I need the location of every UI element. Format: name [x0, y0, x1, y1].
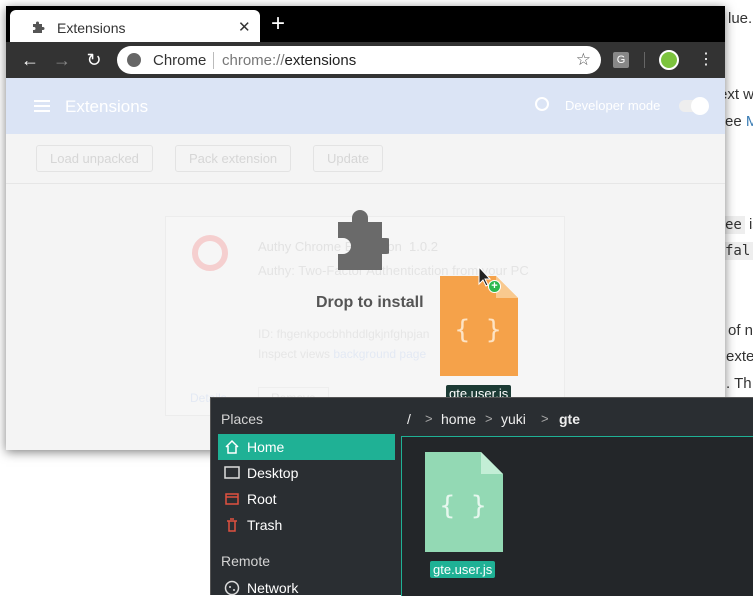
background-page-link[interactable]: background page: [333, 347, 426, 361]
toolbar-divider: [644, 52, 645, 68]
chrome-logo-icon: [127, 53, 141, 67]
page-title: Extensions: [65, 97, 149, 116]
breadcrumb-current[interactable]: gte: [559, 411, 580, 427]
menu-kebab-icon[interactable]: ⋮: [698, 50, 714, 70]
dragged-file-icon: { }: [440, 276, 518, 376]
bg-text: of n: [728, 322, 753, 339]
inspect-label: Inspect views: [258, 347, 331, 361]
bookmark-star-icon[interactable]: ☆: [576, 50, 591, 70]
developer-toolbar: Load unpacked Pack extension Update: [6, 134, 725, 184]
home-icon: [225, 439, 239, 454]
places-item-home[interactable]: Home: [218, 434, 395, 460]
forward-arrow-icon[interactable]: →: [52, 50, 72, 70]
browser-toolbar: ← → ↻ Chrome chrome://extensions ☆ G ⋮: [6, 42, 725, 78]
root-icon: [225, 493, 239, 505]
bg-code-line: ee is: [722, 216, 753, 234]
inspect-views: Inspect views background page: [258, 347, 426, 361]
bg-text: is: [749, 216, 753, 233]
reload-icon[interactable]: ↻: [84, 50, 104, 70]
close-tab-icon[interactable]: ✕: [238, 18, 251, 36]
places-item-label: Home: [247, 439, 285, 455]
bg-text-part: ee: [725, 113, 746, 130]
url-scheme: chrome://: [222, 52, 285, 69]
new-tab-button[interactable]: +: [271, 12, 285, 36]
breadcrumb-root[interactable]: /: [407, 411, 411, 427]
extension-g-icon[interactable]: G: [613, 52, 629, 68]
remote-item-label: Network: [247, 580, 299, 596]
back-arrow-icon[interactable]: ←: [20, 50, 40, 70]
tab-title: Extensions: [57, 20, 126, 36]
places-header: Places: [221, 411, 264, 427]
extensions-header: Extensions Developer mode: [6, 78, 725, 134]
file-view[interactable]: { } gte.user.js: [401, 436, 753, 596]
extension-version: 1.0.2: [409, 239, 438, 254]
tab-strip: Extensions ✕ +: [6, 6, 725, 42]
developer-mode-toggle[interactable]: [679, 97, 709, 115]
places-item-root[interactable]: Root: [218, 486, 395, 512]
bg-text: ee M: [725, 113, 753, 130]
places-item-desktop[interactable]: Desktop: [218, 460, 395, 486]
url-path: extensions: [284, 52, 357, 69]
file-name[interactable]: gte.user.js: [430, 561, 496, 578]
tab-extensions[interactable]: Extensions ✕: [10, 10, 260, 42]
omnibox-url: chrome://extensions: [222, 52, 356, 69]
places-item-label: Trash: [247, 517, 283, 533]
load-unpacked-button[interactable]: Load unpacked: [36, 145, 153, 172]
file-glyph: { }: [440, 491, 487, 521]
puzzle-icon: [33, 21, 45, 33]
drop-puzzle-icon: [338, 210, 389, 270]
breadcrumb-separator: >: [541, 411, 549, 426]
breadcrumb-home[interactable]: home: [441, 411, 476, 427]
js-file-icon[interactable]: { }: [425, 452, 503, 552]
bg-text: exter: [726, 348, 753, 365]
omnibox[interactable]: Chrome chrome://extensions ☆: [117, 46, 601, 74]
breadcrumb-user[interactable]: yuki: [501, 411, 526, 427]
places-item-label: Desktop: [247, 465, 299, 481]
remote-item-network[interactable]: Network: [218, 575, 395, 601]
drop-to-install-text: Drop to install: [316, 294, 424, 311]
bg-code: ee: [722, 216, 745, 234]
breadcrumb-separator: >: [485, 411, 493, 426]
trash-icon: [227, 518, 237, 532]
desktop-icon: [224, 466, 240, 479]
breadcrumb-separator: >: [425, 411, 433, 426]
extension-id: ID: fhgenkpocbhhddlgkjnfghpjan: [258, 327, 430, 341]
places-item-label: Root: [247, 491, 277, 507]
file-manager-window: Places Home Desktop Root Trash Remote Ne…: [210, 397, 753, 596]
omnibox-site-label: Chrome: [153, 52, 207, 69]
network-icon: [224, 580, 240, 596]
bg-text: lue.: [728, 10, 753, 27]
authy-logo-icon: [192, 235, 228, 271]
dragged-file-glyph: { }: [455, 315, 502, 345]
bg-link[interactable]: M: [746, 113, 753, 130]
bg-text: . Th: [726, 375, 752, 392]
profile-avatar-icon[interactable]: [659, 50, 679, 70]
pack-extension-button[interactable]: Pack extension: [175, 145, 292, 172]
developer-mode-label: Developer mode: [565, 98, 661, 113]
update-button[interactable]: Update: [313, 145, 383, 172]
remote-header: Remote: [221, 553, 271, 569]
copy-plus-icon: +: [488, 280, 501, 293]
places-item-trash[interactable]: Trash: [218, 512, 395, 538]
bg-code: fal: [722, 242, 753, 260]
hamburger-menu-icon[interactable]: [34, 100, 50, 112]
omnibox-divider: [213, 52, 214, 69]
search-icon[interactable]: [535, 97, 549, 111]
